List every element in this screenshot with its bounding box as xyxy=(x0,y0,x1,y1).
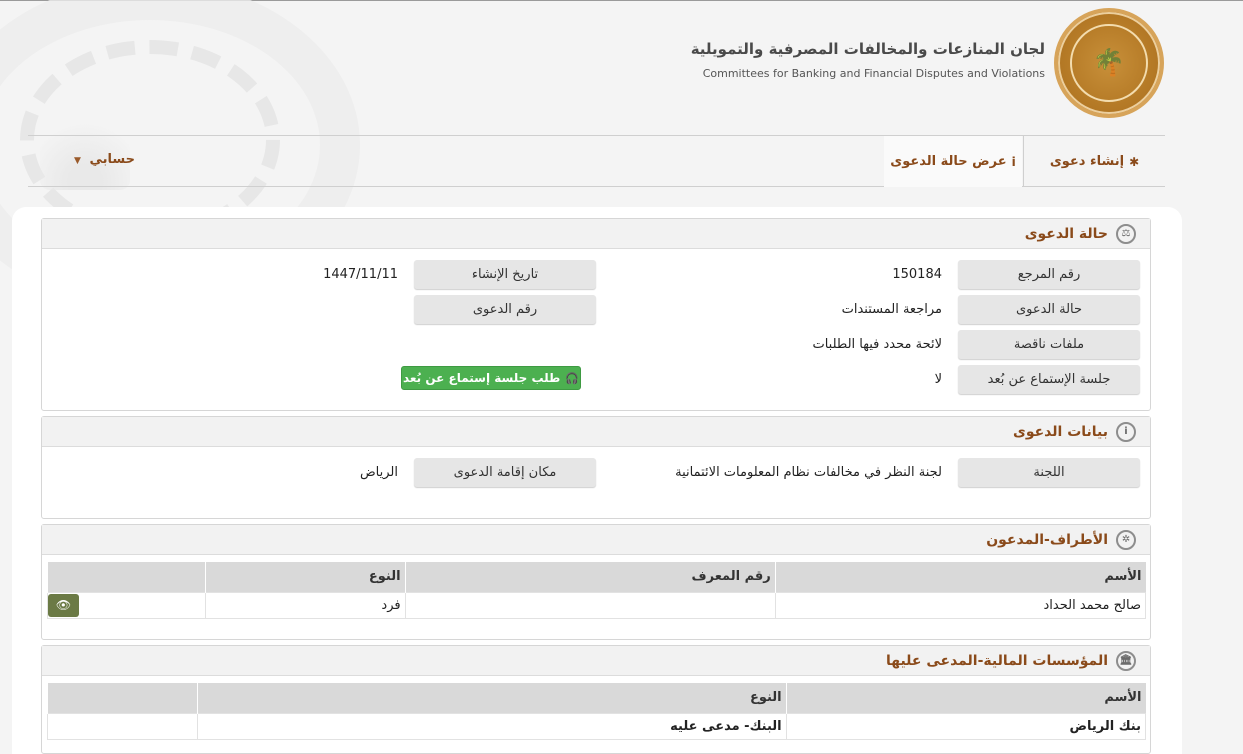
defendant-type: البنك- مدعى عليه xyxy=(196,712,787,740)
case-status-value: مراجعة المستندات xyxy=(841,302,942,317)
plaintiff-id xyxy=(404,591,776,619)
remote-hearing-label: جلسة الإستماع عن بُعد xyxy=(958,365,1140,394)
column-header-name: الأسم xyxy=(774,562,1146,592)
account-label: حسابي xyxy=(89,152,135,167)
column-header-type: النوع xyxy=(204,562,406,592)
nav-tab-create-case[interactable]: ✱ إنشاء دعوى xyxy=(1023,136,1165,187)
case-status-header: ⚖ حالة الدعوى xyxy=(42,219,1150,249)
committee-logo: 🌴 xyxy=(1054,8,1164,118)
column-header-type: النوع xyxy=(196,683,787,713)
ref-number-value: 150184 xyxy=(892,267,942,282)
plaintiffs-header: ✲ الأطراف-المدعون xyxy=(42,525,1150,555)
defendants-header: 🏛 المؤسسات المالية-المدعى عليها xyxy=(42,646,1150,676)
case-status-panel: ⚖ حالة الدعوى رقم المرجع 150184 تاريخ ال… xyxy=(41,218,1151,411)
plaintiff-name: صالح محمد الحداد xyxy=(774,591,1147,619)
asterisk-icon: ✱ xyxy=(1129,154,1140,169)
info-circle-icon: i xyxy=(1116,421,1136,442)
plaintiffs-panel: ✲ الأطراف-المدعون الأسم رقم المعرف النوع… xyxy=(41,524,1151,640)
plaintiffs-title: الأطراف-المدعون xyxy=(986,531,1108,548)
table-row: صالح محمد الحداد فرد 👁 xyxy=(47,591,1147,619)
case-data-title: بيانات الدعوى xyxy=(1013,423,1108,440)
view-plaintiff-button[interactable]: 👁 xyxy=(48,593,79,617)
column-header-name: الأسم xyxy=(785,683,1146,713)
column-header-actions xyxy=(47,683,198,713)
account-menu[interactable]: حسابي ▼ xyxy=(74,152,135,167)
org-name-english: Committees for Banking and Financial Dis… xyxy=(702,67,1045,80)
nav-tab-create-case-label: إنشاء دعوى xyxy=(1049,154,1125,169)
missing-files-label: ملفات ناقصة xyxy=(958,330,1140,359)
missing-files-value: لائحة محدد فيها الطلبات xyxy=(812,337,942,352)
headphones-icon: 🎧 xyxy=(565,371,580,385)
org-name-arabic: لجان المنازعات والمخالفات المصرفية والتم… xyxy=(690,40,1045,58)
palm-swords-icon: 🌴 xyxy=(1092,48,1126,78)
defendant-name: بنك الرياض xyxy=(785,712,1147,740)
gavel-icon: ⚖ xyxy=(1116,223,1136,244)
remote-hearing-value: لا xyxy=(934,372,942,387)
ref-number-label: رقم المرجع xyxy=(958,260,1140,289)
defendants-table: الأسم النوع بنك الرياض البنك- مدعى عليه xyxy=(47,683,1147,740)
request-remote-hearing-label: طلب جلسة إستماع عن بُعد xyxy=(402,371,561,385)
plaintiff-actions: 👁 xyxy=(47,591,206,619)
defendants-title: المؤسسات المالية-المدعى عليها xyxy=(885,652,1108,669)
case-status-label: حالة الدعوى xyxy=(958,295,1140,324)
plaintiffs-table-header: الأسم رقم المعرف النوع xyxy=(47,562,1146,592)
committee-value: لجنة النظر في مخالفات نظام المعلومات الا… xyxy=(675,465,942,480)
info-icon: i xyxy=(1011,154,1016,169)
defendant-actions xyxy=(47,712,198,740)
defendants-panel: 🏛 المؤسسات المالية-المدعى عليها الأسم ال… xyxy=(41,645,1151,754)
case-status-title: حالة الدعوى xyxy=(1024,225,1108,242)
bank-icon: 🏛 xyxy=(1116,650,1136,671)
eye-icon: 👁 xyxy=(55,598,72,612)
caret-down-icon: ▼ xyxy=(74,156,81,166)
plaintiffs-table: الأسم رقم المعرف النوع صالح محمد الحداد … xyxy=(47,562,1147,619)
plaintiff-type: فرد xyxy=(204,591,406,619)
case-number-label: رقم الدعوى xyxy=(414,295,596,324)
column-header-id: رقم المعرف xyxy=(404,562,776,592)
defendants-table-header: الأسم النوع xyxy=(47,683,1146,713)
column-header-actions xyxy=(47,562,206,592)
request-remote-hearing-button[interactable]: 🎧 طلب جلسة إستماع عن بُعد xyxy=(401,366,581,390)
parties-icon: ✲ xyxy=(1116,529,1136,550)
created-date-label: تاريخ الإنشاء xyxy=(414,260,596,289)
case-location-label: مكان إقامة الدعوى xyxy=(414,458,596,487)
committee-label: اللجنة xyxy=(958,458,1140,487)
created-date-value: 1447/11/11 xyxy=(323,267,398,282)
case-data-header: i بيانات الدعوى xyxy=(42,417,1150,447)
table-row: بنك الرياض البنك- مدعى عليه xyxy=(47,712,1147,740)
case-location-value: الرياض xyxy=(359,465,398,480)
main-nav: ✱ إنشاء دعوى i عرض حالة الدعوى xyxy=(28,135,1165,187)
case-data-panel: i بيانات الدعوى اللجنة لجنة النظر في مخا… xyxy=(41,416,1151,519)
nav-tab-view-case-status[interactable]: i عرض حالة الدعوى xyxy=(884,136,1022,187)
nav-tab-view-case-label: عرض حالة الدعوى xyxy=(890,154,1007,169)
